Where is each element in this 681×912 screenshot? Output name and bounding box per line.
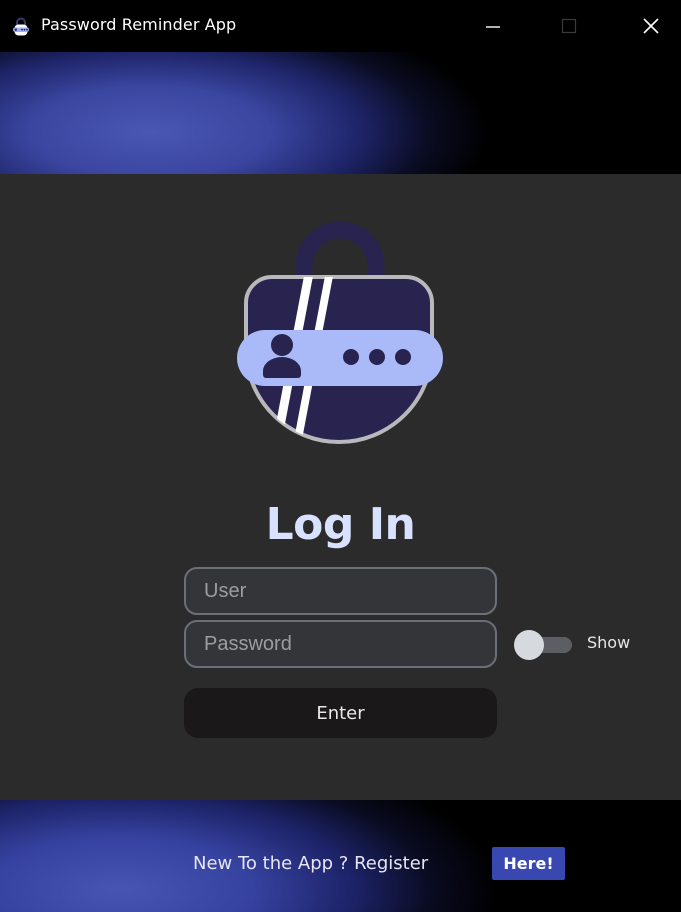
toggle-knob [514, 630, 544, 660]
register-here-button[interactable]: Here! [492, 847, 565, 880]
user-input[interactable] [184, 567, 497, 615]
close-button[interactable] [628, 0, 674, 52]
title-bar: Password Reminder App [0, 0, 681, 52]
minimize-button[interactable] [470, 0, 516, 52]
login-panel: Log In Show Enter [0, 174, 681, 800]
minimize-icon [486, 26, 500, 28]
enter-button[interactable]: Enter [184, 688, 497, 738]
padlock-key-logo-icon [237, 221, 443, 444]
window-title: Password Reminder App [41, 15, 237, 34]
password-input[interactable] [184, 620, 497, 668]
show-password-toggle[interactable] [514, 630, 572, 660]
lock-key-icon [13, 17, 29, 36]
close-icon [643, 18, 659, 34]
maximize-icon [561, 18, 577, 34]
show-password-label: Show [587, 633, 631, 652]
maximize-button[interactable] [546, 0, 592, 52]
footer-banner: New To the App ? Register Here! [0, 800, 681, 912]
register-prompt: New To the App ? Register [193, 853, 429, 874]
header-banner [0, 52, 681, 174]
page-title: Log In [265, 499, 416, 550]
